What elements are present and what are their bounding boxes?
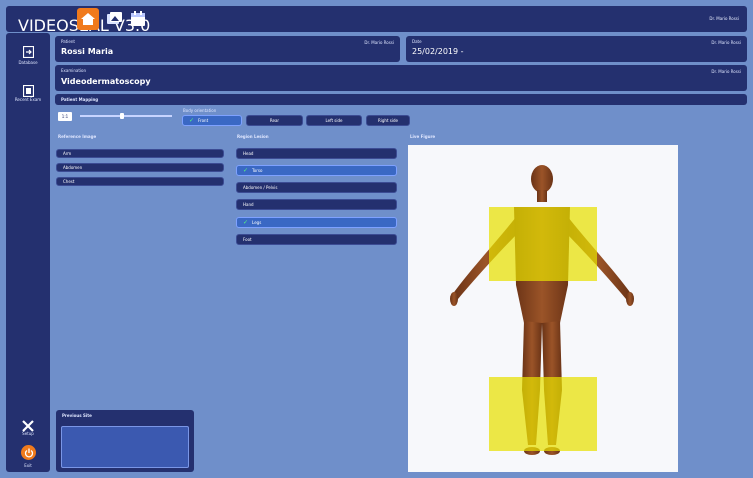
reference-title: Reference Image <box>58 134 97 139</box>
sidebar-item-label: Recent Exam <box>14 97 42 102</box>
home-icon[interactable] <box>77 8 99 30</box>
date-field[interactable]: Date 25/02/2019 - Dr. Mario Rossi <box>406 36 747 62</box>
sidebar-item-label: Setup <box>22 431 34 436</box>
figure-head <box>531 165 553 193</box>
calendar-icon[interactable] <box>130 10 146 27</box>
zoom-slider-handle[interactable] <box>120 113 124 119</box>
examination-doctor: Dr. Mario Rossi <box>711 69 741 74</box>
region-item-foot[interactable]: Foot <box>236 234 397 245</box>
highlight-legs <box>489 377 597 451</box>
patient-doctor: Dr. Mario Rossi <box>364 40 394 45</box>
sidebar-item-label: Database <box>18 60 38 65</box>
tools-icon <box>22 417 34 432</box>
sidebar-item-database[interactable]: Database <box>6 41 50 71</box>
database-icon <box>22 43 35 59</box>
list-item[interactable]: Abdomen <box>56 163 224 172</box>
patient-name: Rossi Maria <box>61 47 114 56</box>
previous-site-title: Previous Site <box>62 413 92 418</box>
sidebar-item-label: Exit <box>24 463 32 468</box>
view-rear-button[interactable]: Rear <box>246 115 303 126</box>
section-header: Patient Mapping <box>55 94 747 105</box>
date-value: 25/02/2019 - <box>412 47 464 56</box>
gallery-icon[interactable] <box>105 11 123 27</box>
region-item-head[interactable]: Head <box>236 148 397 159</box>
previous-site-panel: Previous Site <box>56 410 194 472</box>
examination-field[interactable]: Examination Videodermatoscopy Dr. Mario … <box>55 65 747 91</box>
view-front-button[interactable]: Front <box>182 115 242 126</box>
sidebar-item-recent-exam[interactable]: Recent Exam <box>6 77 50 107</box>
highlight-torso <box>489 207 597 281</box>
body-figure <box>450 165 634 455</box>
view-label: Body orientation <box>183 108 217 113</box>
zoom-slider[interactable] <box>80 115 172 117</box>
sidebar-item-setup[interactable]: Setup <box>6 415 50 437</box>
date-label: Date <box>412 39 422 44</box>
top-bar: VIDEOSEAL V3.0 Dr. Mario Rossi <box>6 6 747 35</box>
list-item[interactable]: Arm <box>56 149 224 158</box>
examination-value: Videodermatoscopy <box>61 77 151 86</box>
region-title: Region Lesion <box>237 134 269 139</box>
section-title: Patient Mapping <box>61 97 99 102</box>
live-figure-title: Live Figure <box>410 134 436 139</box>
user-label: Dr. Mario Rossi <box>709 16 739 21</box>
view-left-side-button[interactable]: Left side <box>306 115 362 126</box>
examination-label: Examination <box>61 68 87 73</box>
body-figure-canvas[interactable] <box>408 145 678 472</box>
list-item[interactable]: Chest <box>56 177 224 186</box>
region-item-hand[interactable]: Hand <box>236 199 397 210</box>
patient-label: Patient <box>61 39 75 44</box>
sidebar: Database Recent Exam Setup Exit <box>6 33 50 472</box>
region-item-legs[interactable]: Legs <box>236 217 397 228</box>
power-icon <box>21 445 36 460</box>
recent-exam-icon <box>22 82 35 98</box>
region-item-torso[interactable]: Torso <box>236 165 397 176</box>
date-doctor: Dr. Mario Rossi <box>711 40 741 45</box>
patient-field[interactable]: Patient Rossi Maria Dr. Mario Rossi <box>55 36 400 62</box>
previous-site-box[interactable] <box>61 426 189 468</box>
view-right-side-button[interactable]: Right side <box>366 115 410 126</box>
zoom-value[interactable]: 1:1 <box>58 112 72 121</box>
sidebar-item-exit[interactable]: Exit <box>6 443 50 471</box>
region-item-abdomen-pelvis[interactable]: Abdomen / Pelvis <box>236 182 397 193</box>
